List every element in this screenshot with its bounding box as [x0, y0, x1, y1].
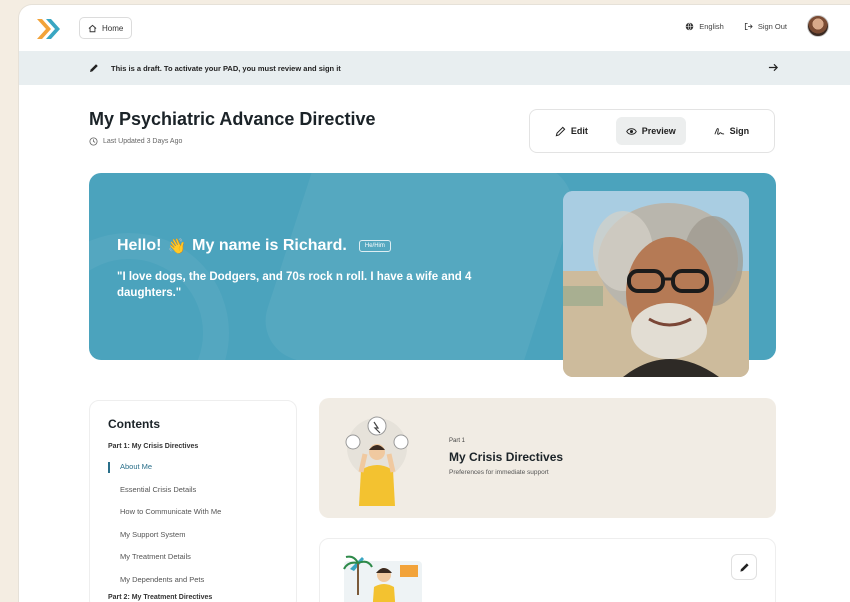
- contents-sidebar: Contents Part 1: My Crisis Directives Ab…: [89, 400, 297, 602]
- app-window: Home English Sign Out This is a draft. T…: [18, 4, 850, 602]
- top-bar: Home English Sign Out: [19, 5, 850, 51]
- sign-out-link[interactable]: Sign Out: [744, 22, 787, 31]
- about-me-card: [319, 538, 776, 602]
- page-title: My Psychiatric Advance Directive: [89, 109, 376, 129]
- preview-label: Preview: [641, 126, 676, 136]
- globe-icon: [685, 22, 694, 31]
- home-button[interactable]: Home: [79, 17, 133, 39]
- greeting-text: Hello!: [117, 237, 162, 254]
- toc-item-how-to-communicate[interactable]: How to Communicate With Me: [108, 507, 278, 530]
- signature-icon: [714, 127, 724, 135]
- part-card-title: My Crisis Directives: [449, 450, 564, 464]
- toc-item-treatment-details[interactable]: My Treatment Details: [108, 552, 278, 575]
- app-logo-icon[interactable]: [37, 17, 63, 41]
- action-toolbar: Edit Preview Sign: [529, 109, 775, 153]
- user-avatar[interactable]: [807, 15, 829, 37]
- preview-button[interactable]: Preview: [615, 117, 686, 145]
- home-icon: [88, 24, 97, 32]
- pencil-icon: [739, 562, 749, 572]
- last-updated: Last Updated 3 Days Ago: [89, 137, 182, 146]
- portrait-image: [563, 191, 749, 377]
- name-line: My name is Richard.: [192, 237, 347, 254]
- draft-banner-text: This is a draft. To activate your PAD, y…: [111, 63, 341, 73]
- hero-greeting: Hello! 👋 My name is Richard. He/Him: [117, 237, 391, 255]
- home-label: Home: [102, 23, 124, 33]
- sign-label: Sign: [729, 126, 750, 136]
- eye-icon: [625, 127, 637, 135]
- toc-item-support-system[interactable]: My Support System: [108, 530, 278, 553]
- hero-quote: "I love dogs, the Dodgers, and 70s rock …: [117, 271, 472, 299]
- pencil-icon: [555, 126, 566, 136]
- language-selector[interactable]: English: [685, 22, 724, 31]
- stressed-person-illustration: [345, 416, 409, 506]
- edit-button[interactable]: Edit: [545, 117, 598, 145]
- part-card-subtitle: Preferences for immediate support: [449, 469, 549, 476]
- beach-person-illustration: [343, 555, 422, 602]
- sign-button[interactable]: Sign: [704, 117, 760, 145]
- sign-out-icon: [744, 22, 753, 30]
- clock-icon: [89, 137, 98, 146]
- profile-photo: [563, 191, 749, 377]
- pronoun-badge: He/Him: [358, 240, 391, 252]
- hero-decoration: [255, 173, 583, 360]
- language-label: English: [699, 21, 724, 31]
- toc-item-about-me[interactable]: About Me: [108, 462, 278, 485]
- pencil-icon: [90, 64, 98, 72]
- wave-icon: 👋: [167, 238, 187, 255]
- sign-out-label: Sign Out: [757, 21, 787, 31]
- draft-banner[interactable]: This is a draft. To activate your PAD, y…: [19, 51, 850, 85]
- toc-item-essential-crisis-details[interactable]: Essential Crisis Details: [108, 485, 278, 508]
- arrow-right-icon[interactable]: [768, 62, 779, 73]
- part-card-crisis-directives[interactable]: Part 1 My Crisis Directives Preferences …: [319, 398, 776, 518]
- top-right-controls: English Sign Out: [685, 15, 829, 37]
- contents-title: Contents: [108, 417, 160, 431]
- toc-item-dependents-pets[interactable]: My Dependents and Pets: [108, 575, 278, 598]
- edit-about-me-button[interactable]: [731, 554, 757, 580]
- last-updated-text: Last Updated 3 Days Ago: [103, 138, 183, 145]
- edit-label: Edit: [570, 126, 588, 136]
- part-card-label: Part 1: [449, 438, 466, 444]
- contents-part-1[interactable]: Part 1: My Crisis Directives: [108, 443, 278, 450]
